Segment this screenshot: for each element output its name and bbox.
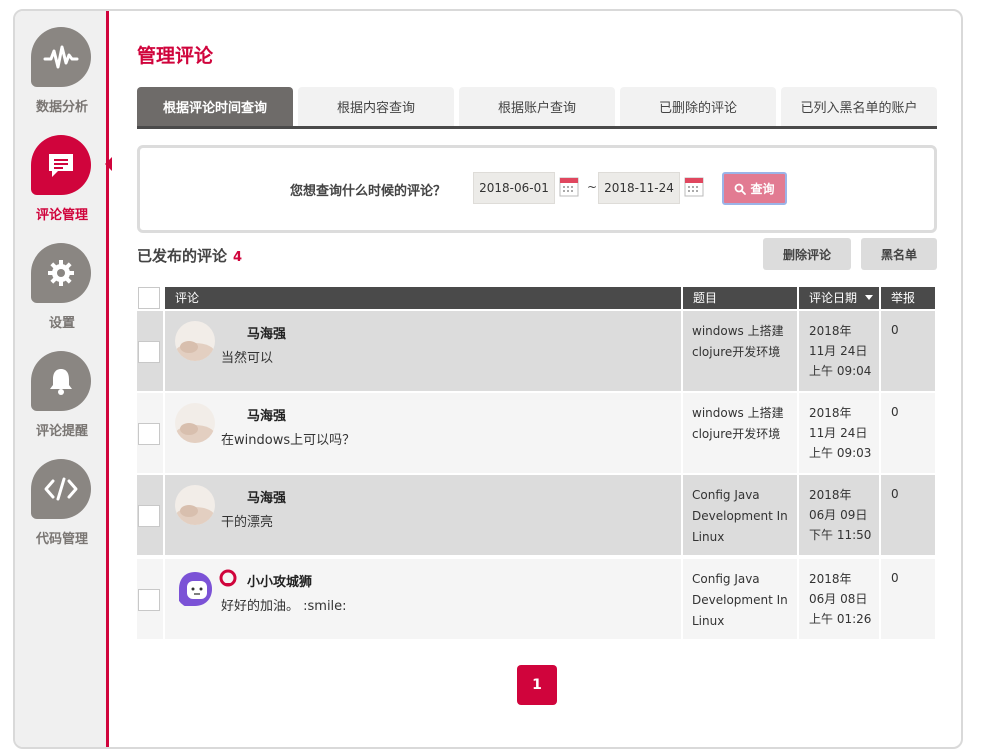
report-count: 0 [891,487,899,501]
table-row: 小小攻城狮 好好的加油。 :smile: Config Java Develop… [137,559,935,639]
comment-author[interactable]: 马海强 [247,487,286,506]
start-date-input[interactable] [473,172,555,204]
section-title: 已发布的评论 4 [137,247,243,265]
app-frame: 数据分析 评论管理 设置 评论提醒 代码管理 管理评论 根据评论时间查询 根据内… [13,9,963,749]
comment-content: 在windows上可以吗？ [221,433,356,448]
sidebar-item-analytics[interactable]: 数据分析 [15,27,109,127]
sort-down-icon [865,295,873,300]
table-row: 马海强 干的漂亮 Config Java Development In Linu… [137,475,935,555]
sidebar-item-label: 评论管理 [35,208,88,223]
calendar-icon[interactable] [684,175,704,197]
comment-topic[interactable]: windows 上搭建clojure开发环境 [692,403,792,445]
comment-icon [31,135,91,195]
comment-content: 干的漂亮 [221,515,274,530]
sidebar-item-label: 代码管理 [35,532,88,547]
avatar[interactable] [175,321,215,361]
comment-content: 当然可以 [221,351,274,366]
avatar[interactable] [175,569,215,609]
query-button-label: 查询 [750,182,775,196]
calendar-icon[interactable] [559,175,579,197]
gear-icon [31,243,91,303]
sidebar-item-label: 评论提醒 [35,424,88,439]
column-header-comment: 评论 [165,287,681,309]
query-button[interactable]: 查询 [722,172,787,205]
tab-by-content[interactable]: 根据内容查询 [298,87,454,126]
comment-date: 2018年 06月 08日 上午 01:26 [809,572,872,626]
report-count: 0 [891,405,899,419]
date-range-separator: ~ [587,180,598,194]
sidebar-item-comments[interactable]: 评论管理 [15,135,112,235]
pulse-icon [31,27,91,87]
query-panel: 您想查询什么时候的评论？ ~ 查询 [137,145,937,233]
comment-date: 2018年 06月 09日 下午 11:50 [809,488,872,542]
page-button-current[interactable]: 1 [517,665,557,705]
select-all-checkbox[interactable] [138,287,160,309]
tab-blacklisted[interactable]: 已列入黑名单的账户 [781,87,937,126]
search-icon [735,183,747,195]
comment-topic[interactable]: Config Java Development In Linux [692,485,792,548]
comment-topic[interactable]: windows 上搭建clojure开发环境 [692,321,792,363]
avatar[interactable] [175,403,215,443]
delete-comment-button[interactable]: 删除评论 [763,238,851,270]
sidebar-item-reminders[interactable]: 评论提醒 [15,351,109,451]
sidebar-item-label: 数据分析 [35,100,88,115]
report-count: 0 [891,323,899,337]
column-header-report: 举报 [881,287,935,309]
sidebar: 数据分析 评论管理 设置 评论提醒 代码管理 [15,11,112,747]
report-count: 0 [891,571,899,585]
end-date-input[interactable] [598,172,680,204]
comment-count: 4 [233,250,243,265]
comment-date: 2018年 11月 24日 上午 09:04 [809,324,872,378]
badge-icon [219,569,237,587]
tab-by-time[interactable]: 根据评论时间查询 [137,87,293,126]
row-checkbox[interactable] [138,423,160,445]
comment-topic[interactable]: Config Java Development In Linux [692,569,792,632]
tab-by-account[interactable]: 根据账户查询 [459,87,615,126]
row-checkbox[interactable] [138,341,160,363]
column-header-date[interactable]: 评论日期 [799,287,879,309]
sidebar-item-label: 设置 [48,316,75,331]
code-icon [31,459,91,519]
avatar[interactable] [175,485,215,525]
row-checkbox[interactable] [138,589,160,611]
query-label: 您想查询什么时候的评论？ [290,184,447,199]
comment-date: 2018年 11月 24日 上午 09:03 [809,406,872,460]
table-row: 马海强 当然可以 windows 上搭建clojure开发环境 2018年 11… [137,311,935,391]
sidebar-item-settings[interactable]: 设置 [15,243,109,343]
table-row: 马海强 在windows上可以吗？ windows 上搭建clojure开发环境… [137,393,935,473]
comment-author[interactable]: 马海强 [247,323,286,342]
row-checkbox[interactable] [138,505,160,527]
tab-bar: 根据评论时间查询 根据内容查询 根据账户查询 已删除的评论 已列入黑名单的账户 [137,87,937,129]
blacklist-button[interactable]: 黑名单 [861,238,937,270]
page-title: 管理评论 [137,45,214,67]
column-header-topic: 题目 [683,287,797,309]
comment-author[interactable]: 小小攻城狮 [247,571,312,590]
sidebar-item-code[interactable]: 代码管理 [15,459,109,559]
tab-deleted[interactable]: 已删除的评论 [620,87,776,126]
comment-author[interactable]: 马海强 [247,405,286,424]
bell-icon [31,351,91,411]
comment-content: 好好的加油。 :smile: [221,599,347,614]
